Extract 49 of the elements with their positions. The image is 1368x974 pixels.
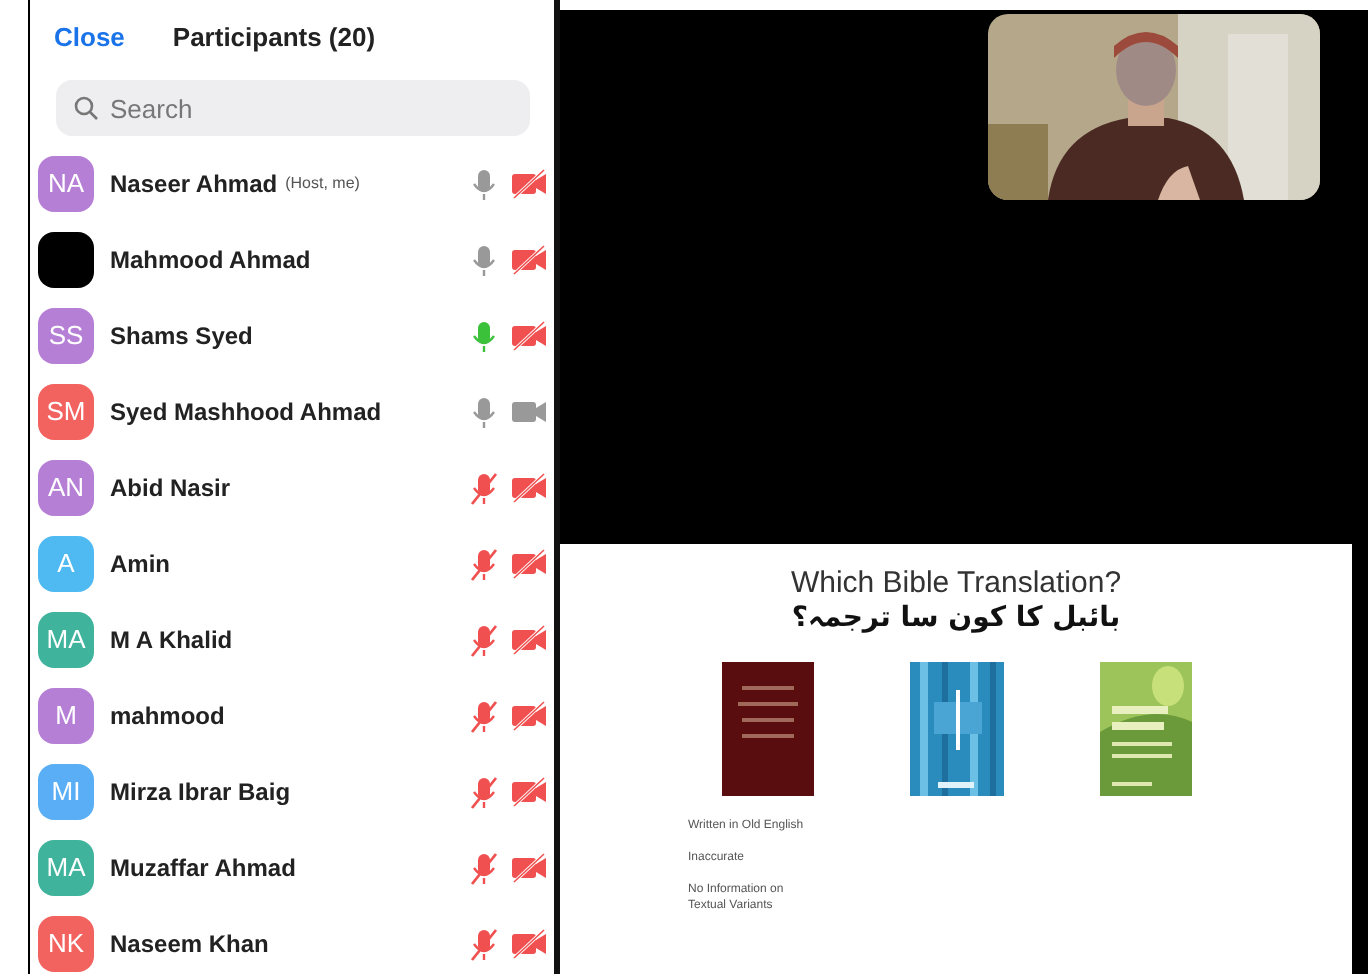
participant-name: Shams Syed [110,320,253,354]
avatar: SS [38,308,94,364]
muted-microphone-icon[interactable] [470,927,498,961]
muted-microphone-icon[interactable] [470,623,498,657]
slide-title: Which Bible Translation? [790,568,1122,601]
video-off-icon[interactable] [510,928,546,960]
participant-name: Syed Mashhood Ahmad [110,396,382,430]
video-off-icon[interactable] [510,244,546,276]
muted-microphone-icon[interactable] [470,775,498,809]
participant-name: Amin [110,548,170,582]
panel-title: Participants (20) [172,20,376,57]
participant-name: mahmood [110,700,225,734]
participant-name: Mahmood Ahmad [110,244,311,278]
avatar: MI [38,764,94,820]
microphone-icon[interactable] [470,395,498,429]
avatar: NA [38,156,94,212]
microphone-icon[interactable] [470,243,498,277]
avatar: MA [38,612,94,668]
muted-microphone-icon[interactable] [470,471,498,505]
muted-microphone-icon[interactable] [470,851,498,885]
avatar: MA [38,840,94,896]
muted-microphone-icon[interactable] [470,547,498,581]
video-off-icon[interactable] [510,168,546,200]
avatar: AN [38,460,94,516]
muted-microphone-icon[interactable] [470,699,498,733]
participant-name: Muzaffar Ahmad [110,852,296,886]
participant-name: M A Khalid [110,624,233,658]
video-off-icon[interactable] [510,852,546,884]
video-off-icon[interactable] [510,624,546,656]
avatar: NK [38,916,94,972]
avatar: A [38,536,94,592]
microphone-icon[interactable] [470,319,498,353]
video-off-icon[interactable] [510,700,546,732]
video-off-icon[interactable] [510,548,546,580]
close-button[interactable]: Close [54,18,125,58]
slide-subtitle: بائبل کا کون سا ترجمہ؟ [791,601,1121,635]
avatar: M [38,688,94,744]
video-off-icon[interactable] [510,776,546,808]
search-field[interactable]: Search [56,80,530,136]
participant-name: Naseem Khan [110,928,269,962]
participant-role: (Host, me) [285,172,360,196]
avatar: SM [38,384,94,440]
video-camera-icon[interactable] [510,396,546,428]
microphone-icon[interactable] [470,167,498,201]
participant-name: Mirza Ibrar Baig [110,776,291,810]
video-off-icon[interactable] [510,472,546,504]
participant-name: Abid Nasir [110,472,231,506]
participant-name: Naseer Ahmad [110,168,278,202]
video-off-icon[interactable] [510,320,546,352]
